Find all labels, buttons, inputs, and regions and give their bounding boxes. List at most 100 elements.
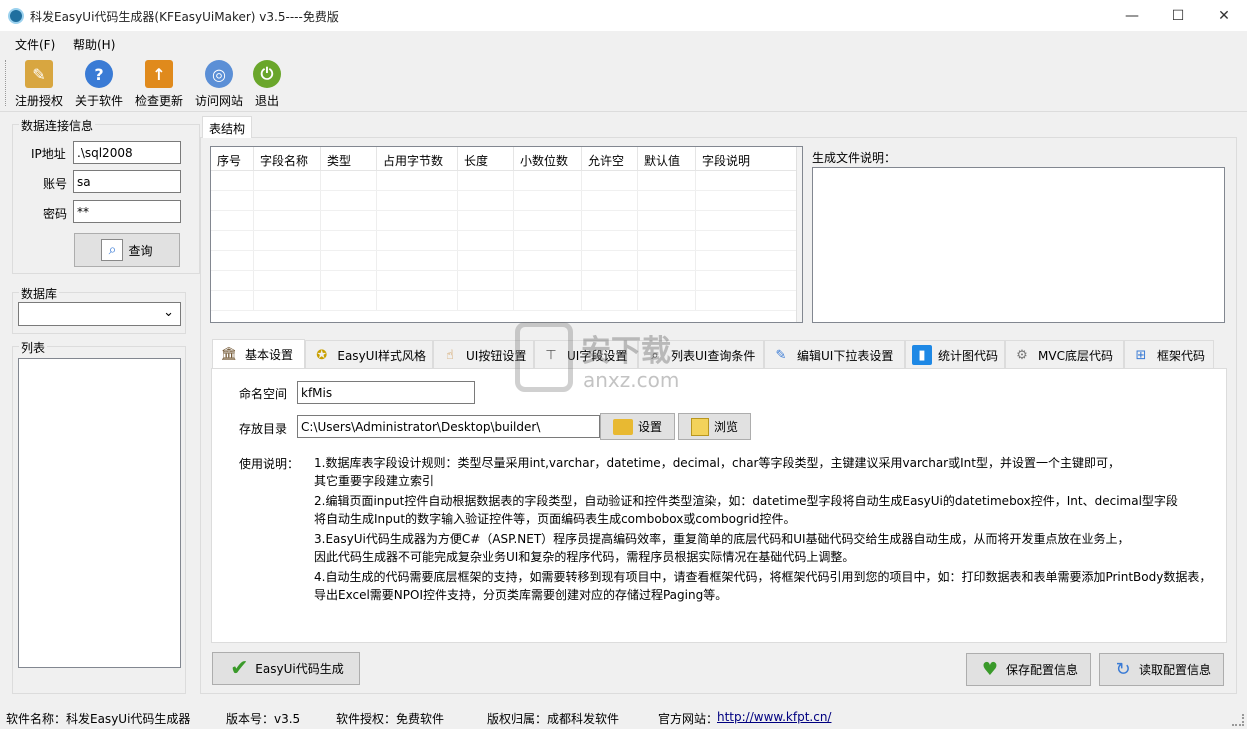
minimize-button[interactable]: — xyxy=(1109,0,1155,31)
bank-icon: 🏛 xyxy=(220,347,238,362)
query-button[interactable]: ⌕ 查询 xyxy=(74,233,180,267)
database-group-title: 数据库 xyxy=(19,285,60,302)
generate-label: EasyUi代码生成 xyxy=(255,662,344,676)
status-site-link[interactable]: http://www.kfpt.cn/ xyxy=(717,710,831,724)
col-header[interactable]: 允许空 xyxy=(582,147,638,170)
save-config-label: 保存配置信息 xyxy=(1005,663,1078,677)
tab-easyui-style[interactable]: ✪ EasyUI样式风格 xyxy=(305,340,433,369)
output-dir-label: 存放目录 xyxy=(239,422,288,436)
check-update-button[interactable]: ↑ 检查更新 xyxy=(134,60,184,110)
col-header[interactable]: 小数位数 xyxy=(514,147,582,170)
col-header[interactable]: 字段名称 xyxy=(254,147,321,170)
hierarchy-icon: ⊞ xyxy=(1135,347,1147,363)
refresh-icon: ↻ xyxy=(1115,659,1131,680)
toolbar-grip[interactable] xyxy=(5,60,8,106)
database-select[interactable]: ⌄ xyxy=(18,302,181,326)
namespace-input[interactable] xyxy=(297,381,475,404)
checkmark-icon: ✔ xyxy=(230,656,249,681)
password-input[interactable] xyxy=(73,200,181,223)
status-owner: 版权归属：成都科发软件 xyxy=(487,712,620,726)
about-label: 关于软件 xyxy=(74,94,123,108)
table-row xyxy=(211,231,802,251)
table-row xyxy=(211,191,802,211)
gear-icon: ⚙ xyxy=(1016,347,1028,363)
register-license-label: 注册授权 xyxy=(14,94,63,108)
tab-framework-code[interactable]: ⊞ 框架代码 xyxy=(1124,340,1214,369)
resize-grip[interactable] xyxy=(1232,714,1244,726)
usage-line: 2.编辑页面input控件自动根据数据表的字段类型，自动验证和控件类型渲染，如：… xyxy=(314,494,1178,508)
status-license: 软件授权：免费软件 xyxy=(336,712,445,726)
tab-mvc-code[interactable]: ⚙ MVC底层代码 xyxy=(1005,340,1124,369)
menu-file[interactable]: 文件(F) xyxy=(15,36,55,53)
connection-group-title: 数据连接信息 xyxy=(19,117,96,134)
usage-line: 1.数据库表字段设计规则：类型尽量采用int,varchar，datetime，… xyxy=(314,456,1120,470)
search-icon: ⌕ xyxy=(101,239,124,261)
about-button[interactable]: ? 关于软件 xyxy=(74,60,124,110)
shield-icon xyxy=(515,322,573,392)
browse-button[interactable]: 浏览 xyxy=(678,413,751,440)
usage-line: 将自动生成Input的数字输入验证控件等，页面编码表生成combobox或com… xyxy=(314,512,796,526)
password-label: 密码 xyxy=(43,207,68,221)
tab-basic-settings-label: 基本设置 xyxy=(245,348,294,362)
table-row xyxy=(211,211,802,231)
output-dir-input[interactable] xyxy=(297,415,600,438)
col-header[interactable]: 长度 xyxy=(458,147,514,170)
usage-line: 导出Excel需要NPOI控件支持，分页类库需要创建对应的存储过程Paging等… xyxy=(314,588,728,602)
table-list[interactable] xyxy=(18,358,181,668)
tab-chart-code[interactable]: ▮ 统计图代码 xyxy=(905,340,1005,369)
update-icon: ↑ xyxy=(145,60,173,88)
visit-website-button[interactable]: ◎ 访问网站 xyxy=(194,60,244,110)
table-row xyxy=(211,251,802,271)
set-dir-label: 设置 xyxy=(637,420,662,434)
tab-table-structure[interactable]: 表结构 xyxy=(202,116,253,138)
exit-button[interactable]: ⏻ 退出 xyxy=(250,60,284,110)
col-header[interactable]: 类型 xyxy=(321,147,377,170)
col-header[interactable]: 占用字节数 xyxy=(377,147,458,170)
structure-grid[interactable]: 序号 字段名称 类型 占用字节数 长度 小数位数 允许空 默认值 字段说明 xyxy=(210,146,803,323)
chevron-down-icon: ⌄ xyxy=(163,305,174,320)
tab-basic-settings[interactable]: 🏛 基本设置 xyxy=(212,339,305,369)
user-input[interactable] xyxy=(73,170,181,193)
namespace-label: 命名空间 xyxy=(239,387,288,401)
usage-line: 4.自动生成的代码需要底层框架的支持，如需要转移到现有项目中，请查看框架代码，将… xyxy=(314,570,1212,584)
generate-button[interactable]: ✔ EasyUi代码生成 xyxy=(212,652,360,685)
tab-framework-code-label: 框架代码 xyxy=(1157,348,1206,363)
usage-line: 其它重要字段建立索引 xyxy=(314,474,435,488)
usage-label: 使用说明： xyxy=(239,457,300,471)
medal-icon: ✪ xyxy=(316,347,328,363)
tab-edit-dropdown-label: 编辑UI下拉表设置 xyxy=(797,348,894,363)
exit-icon: ⏻ xyxy=(253,60,281,88)
menu-help[interactable]: 帮助(H) xyxy=(73,36,115,53)
note-icon xyxy=(690,417,709,436)
browse-label: 浏览 xyxy=(713,420,738,434)
set-dir-button[interactable]: 设置 xyxy=(600,413,675,440)
col-header[interactable]: 序号 xyxy=(211,147,254,170)
toolbar xyxy=(0,55,1247,112)
table-row xyxy=(211,271,802,291)
table-row xyxy=(211,171,802,191)
pointer-hand-icon: ☝ xyxy=(446,347,454,363)
grid-scrollbar[interactable] xyxy=(796,147,802,322)
chart-icon: ▮ xyxy=(912,345,932,365)
table-list-title: 列表 xyxy=(19,339,48,356)
menu-bar xyxy=(0,31,1247,55)
app-icon xyxy=(8,8,24,24)
close-button[interactable]: ✕ xyxy=(1201,0,1247,31)
load-config-button[interactable]: ↻ 读取配置信息 xyxy=(1099,653,1224,686)
load-config-label: 读取配置信息 xyxy=(1138,663,1211,677)
output-desc-label: 生成文件说明： xyxy=(812,151,897,165)
col-header[interactable]: 字段说明 xyxy=(696,147,799,170)
tab-edit-dropdown[interactable]: ✎ 编辑UI下拉表设置 xyxy=(764,340,905,369)
ip-input[interactable] xyxy=(73,141,181,164)
save-config-button[interactable]: ♥ 保存配置信息 xyxy=(966,653,1091,686)
register-license-button[interactable]: ✎ 注册授权 xyxy=(14,60,64,110)
output-desc-textarea[interactable] xyxy=(812,167,1225,323)
window-title: 科发EasyUi代码生成器(KFEasyUiMaker) v3.5----免费版 xyxy=(30,10,339,24)
col-header[interactable]: 默认值 xyxy=(638,147,696,170)
globe-icon: ◎ xyxy=(205,60,233,88)
check-update-label: 检查更新 xyxy=(134,94,183,108)
status-site-label: 官方网站： xyxy=(658,712,719,726)
pencil-icon: ✎ xyxy=(775,347,787,363)
watermark-sub: anxz.com xyxy=(583,368,680,392)
maximize-button[interactable]: ☐ xyxy=(1155,0,1201,31)
